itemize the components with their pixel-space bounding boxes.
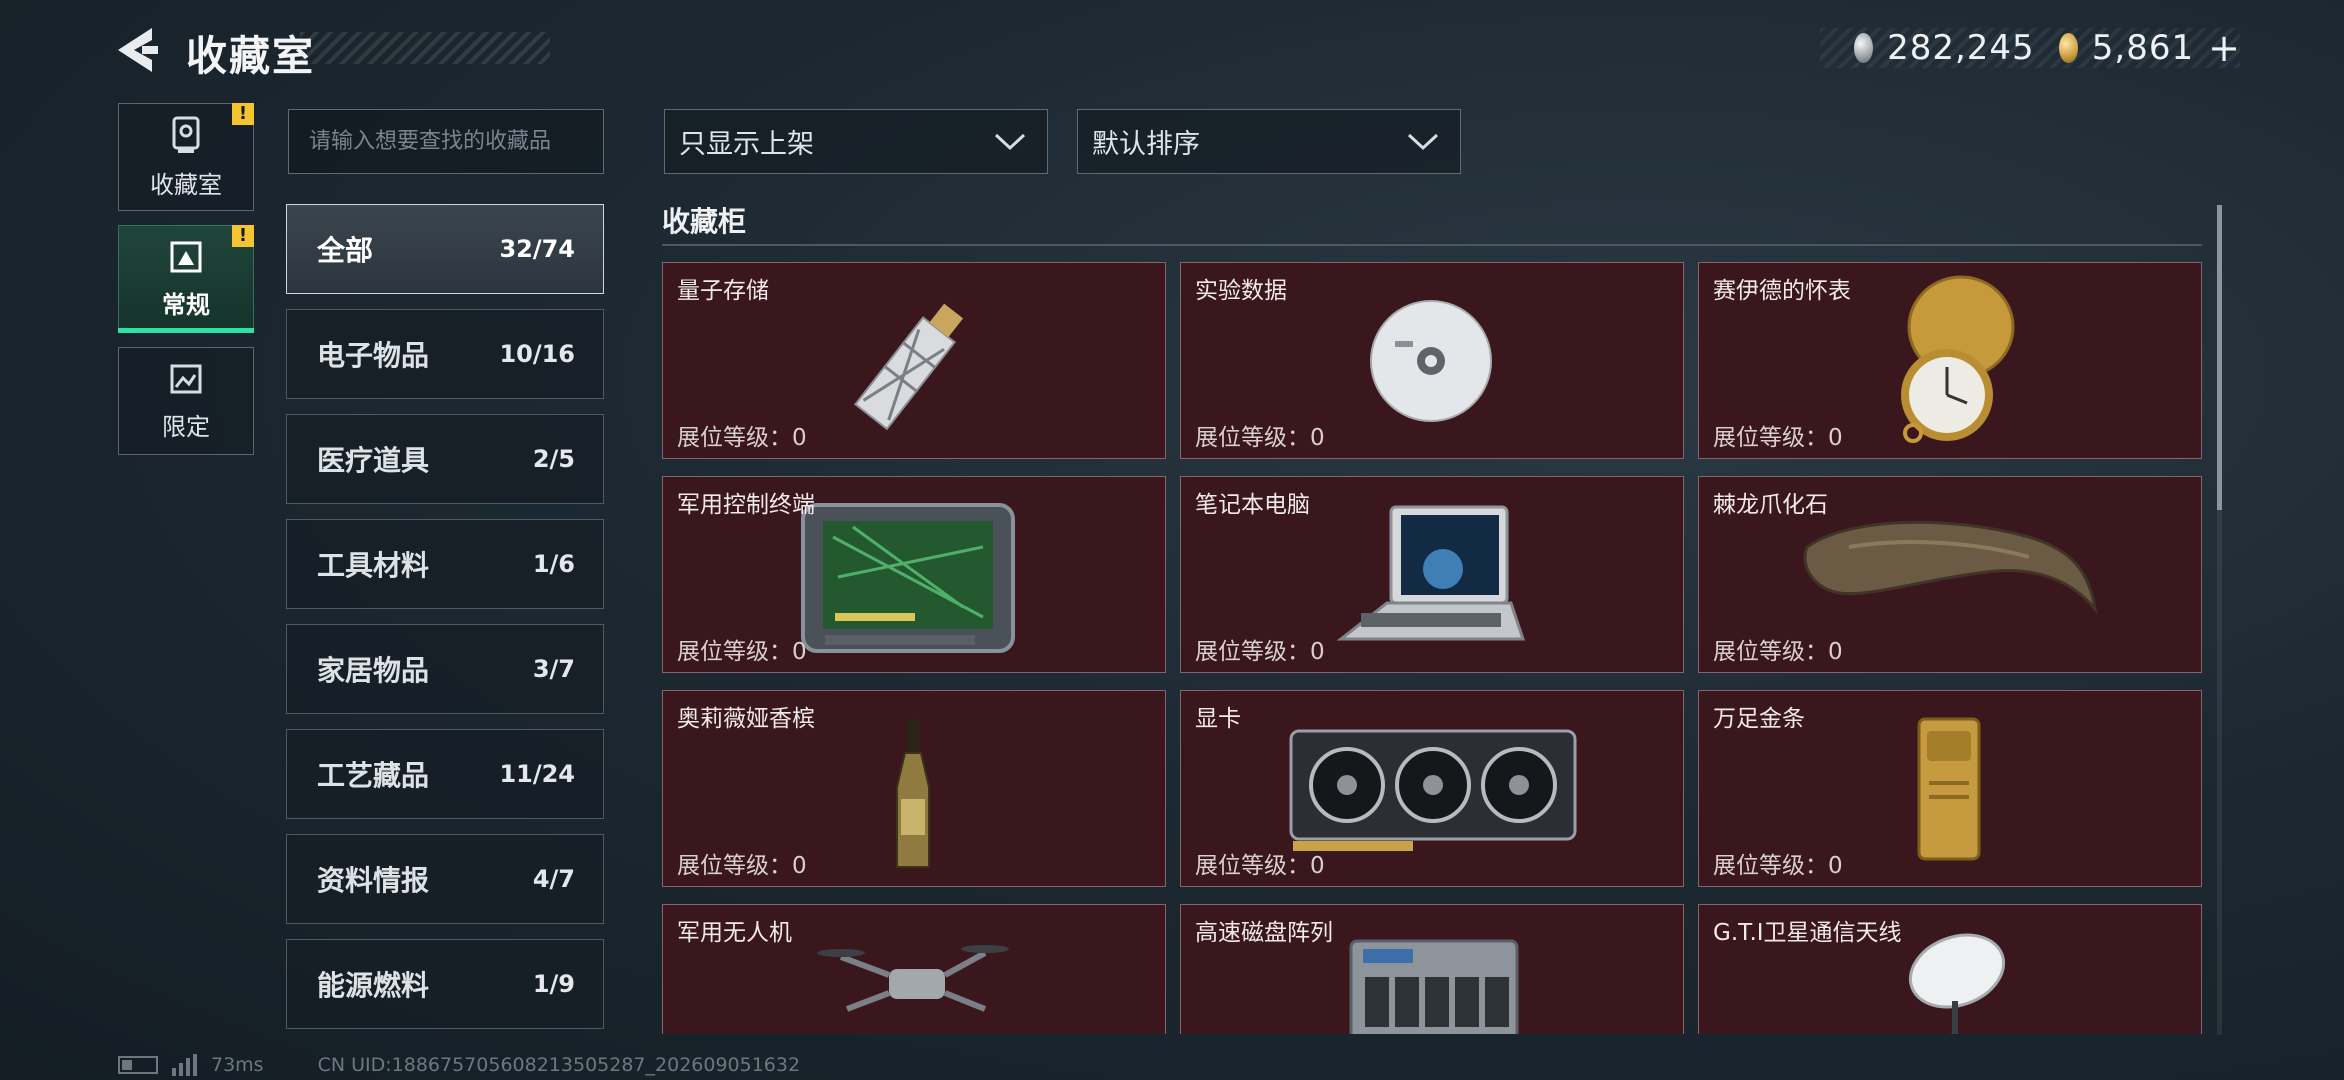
category-energy[interactable]: 能源燃料 1/9 (286, 939, 604, 1029)
warning-badge: ! (232, 225, 254, 247)
nav-tab-limited[interactable]: 限定 (118, 347, 254, 455)
item-name: 军用控制终端 (677, 492, 815, 518)
category-name: 全部 (317, 234, 374, 267)
showcase-item-quantum-storage[interactable]: 量子存储 展位等级：0 (662, 262, 1166, 459)
silver-amount: 282,245 (1887, 28, 2035, 68)
trophy-icon (172, 116, 200, 153)
item-level: 展位等级：0 (677, 639, 807, 665)
showcase-item-claw-fossil[interactable]: 棘龙爪化石 展位等级：0 (1698, 476, 2202, 673)
item-name: 显卡 (1195, 706, 1241, 732)
category-name: 资料情报 (317, 864, 430, 897)
category-name: 医疗道具 (317, 444, 430, 477)
back-button[interactable] (112, 22, 162, 78)
category-all[interactable]: 全部 32/74 (286, 204, 604, 294)
scrollbar-thumb[interactable] (2217, 205, 2222, 510)
showcase-item-experiment-data[interactable]: 实验数据 展位等级：0 (1180, 262, 1684, 459)
search-input[interactable] (288, 109, 604, 174)
currency-bar: 282,245 5,861 + (1820, 26, 2240, 70)
item-level: 展位等级：0 (1195, 639, 1325, 665)
ping-value: 73ms (211, 1054, 264, 1076)
silver-coin-icon (1854, 33, 1874, 63)
category-name: 工具材料 (317, 549, 430, 582)
item-name: 笔记本电脑 (1195, 492, 1310, 518)
category-household[interactable]: 家居物品 3/7 (286, 624, 604, 714)
category-name: 家居物品 (317, 654, 430, 687)
display-filter-dropdown[interactable]: 只显示上架 (664, 109, 1048, 174)
back-arrow-icon (118, 28, 158, 72)
item-level: 展位等级：0 (677, 853, 807, 879)
category-electronics[interactable]: 电子物品 10/16 (286, 309, 604, 399)
nav-tab-label: 收藏室 (150, 170, 222, 199)
item-name: 奥莉薇娅香槟 (677, 706, 815, 732)
title-stripe-decoration (300, 32, 550, 64)
category-name: 工艺藏品 (317, 759, 430, 792)
showcase-grid: 量子存储 展位等级：0 实验数据 展位等级：0 赛伊德的怀表 展位等级：0 军用… (662, 262, 2202, 1034)
category-crafts[interactable]: 工艺藏品 11/24 (286, 729, 604, 819)
item-name: 高速磁盘阵列 (1195, 920, 1333, 946)
gold-coin-icon (2058, 33, 2078, 63)
item-name: G.T.I卫星通信天线 (1713, 920, 1902, 946)
category-count: 11/24 (499, 760, 575, 788)
item-level: 展位等级：0 (677, 425, 807, 451)
category-count: 1/6 (532, 550, 575, 578)
category-count: 2/5 (532, 445, 575, 473)
showcase-item-disk-array[interactable]: 高速磁盘阵列 (1180, 904, 1684, 1034)
nav-tab-regular[interactable]: 常规 ! (118, 225, 254, 333)
item-name: 量子存储 (677, 278, 769, 304)
showcase-item-laptop[interactable]: 笔记本电脑 展位等级：0 (1180, 476, 1684, 673)
item-level: 展位等级：0 (1713, 853, 1843, 879)
showcase-item-graphics-card[interactable]: 显卡 展位等级：0 (1180, 690, 1684, 887)
add-currency-button[interactable]: + (2208, 26, 2240, 70)
category-intel[interactable]: 资料情报 4/7 (286, 834, 604, 924)
category-count: 10/16 (499, 340, 575, 368)
status-footer: 73ms CN UID:1886757056082135052​87_20260… (118, 1054, 800, 1076)
display-case-icon (170, 241, 202, 272)
category-tools[interactable]: 工具材料 1/6 (286, 519, 604, 609)
signal-icon (172, 1054, 197, 1076)
showcase-title: 收藏柜 (662, 205, 747, 238)
sort-value: 默认排序 (1092, 129, 1200, 160)
showcase-item-champagne[interactable]: 奥莉薇娅香槟 展位等级：0 (662, 690, 1166, 887)
section-divider (662, 244, 2202, 246)
showcase-item-military-terminal[interactable]: 军用控制终端 展位等级：0 (662, 476, 1166, 673)
nav-tab-collection[interactable]: 收藏室 ! (118, 103, 254, 211)
category-count: 4/7 (532, 865, 575, 893)
showcase-item-satellite-antenna[interactable]: G.T.I卫星通信天线 (1698, 904, 2202, 1034)
item-name: 实验数据 (1195, 278, 1287, 304)
showcase-item-pocket-watch[interactable]: 赛伊德的怀表 展位等级：0 (1698, 262, 2202, 459)
chevron-down-icon (994, 133, 1026, 150)
item-level: 展位等级：0 (1195, 425, 1325, 451)
category-count: 3/7 (532, 655, 575, 683)
display-filter-value: 只显示上架 (679, 129, 814, 160)
item-name: 万足金条 (1713, 706, 1805, 732)
battery-icon (118, 1056, 158, 1074)
gold-amount: 5,861 (2091, 28, 2195, 68)
nav-tab-label: 限定 (162, 412, 210, 441)
item-level: 展位等级：0 (1713, 639, 1843, 665)
item-name: 军用无人机 (677, 920, 792, 946)
sort-dropdown[interactable]: 默认排序 (1077, 109, 1461, 174)
chevron-down-icon (1407, 133, 1439, 150)
nav-tab-label: 常规 (162, 290, 210, 319)
category-name: 能源燃料 (317, 969, 430, 1002)
warning-badge: ! (232, 103, 254, 125)
page-title: 收藏室 (186, 32, 315, 80)
category-medical[interactable]: 医疗道具 2/5 (286, 414, 604, 504)
showcase-item-gold-bar[interactable]: 万足金条 展位等级：0 (1698, 690, 2202, 887)
item-level: 展位等级：0 (1713, 425, 1843, 451)
category-count: 32/74 (499, 235, 575, 263)
category-count: 1/9 (532, 970, 575, 998)
item-level: 展位等级：0 (1195, 853, 1325, 879)
item-name: 赛伊德的怀表 (1713, 278, 1851, 304)
uid-text: CN UID:1886757056082135052​87_2026090516… (317, 1054, 801, 1076)
image-icon (170, 364, 202, 393)
item-name: 棘龙爪化石 (1713, 492, 1828, 518)
showcase-item-military-drone[interactable]: 军用无人机 (662, 904, 1166, 1034)
category-name: 电子物品 (317, 339, 430, 372)
